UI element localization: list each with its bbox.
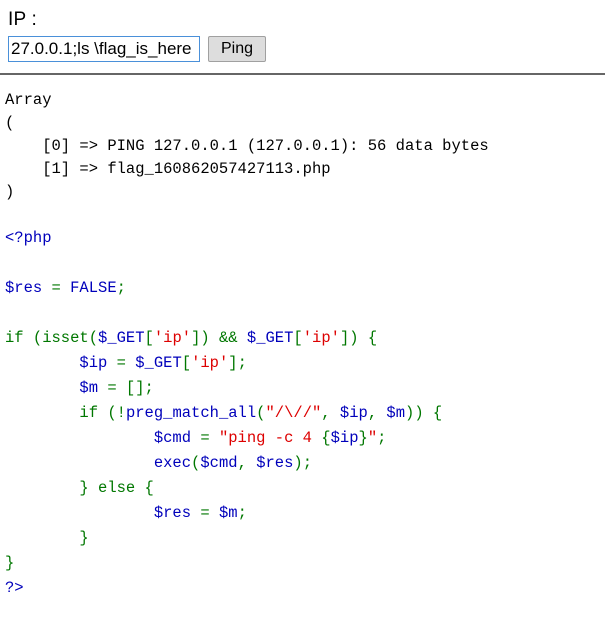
php-token: ; — [377, 429, 387, 447]
php-source-line: if (isset($_GET['ip']) && $_GET['ip']) { — [5, 326, 605, 351]
php-source-code: <?php $res = FALSE; if (isset($_GET['ip'… — [0, 226, 605, 601]
php-token: )) { — [405, 404, 443, 422]
php-token: "ping -c 4 — [218, 429, 322, 447]
php-token: $m — [218, 504, 238, 522]
php-token: [ — [144, 329, 154, 347]
php-token: ]) — [191, 329, 219, 347]
php-token: $ip — [330, 429, 359, 447]
php-token: ?> — [5, 579, 24, 597]
php-token: = — [200, 429, 219, 447]
php-token: = — [51, 279, 71, 297]
php-token: [ — [293, 329, 303, 347]
php-token: $ip — [5, 354, 117, 372]
php-token: $res — [5, 279, 52, 297]
php-source-line: $res = FALSE; — [5, 276, 605, 301]
php-source-line: $ip = $_GET['ip']; — [5, 351, 605, 376]
php-token: } — [358, 429, 368, 447]
ip-input[interactable] — [8, 36, 200, 62]
php-source-line: } — [5, 526, 605, 551]
php-token: { — [321, 429, 331, 447]
php-token: (! — [107, 404, 126, 422]
php-token: preg_match_all — [125, 404, 257, 422]
php-token: $m — [386, 404, 406, 422]
php-token: } else { — [5, 479, 154, 497]
php-token: ( — [191, 454, 201, 472]
php-source-line: $m = []; — [5, 376, 605, 401]
php-source-line: ?> — [5, 576, 605, 601]
php-token: = — [116, 354, 136, 372]
php-token: = — [200, 504, 219, 522]
php-source-line: $res = $m; — [5, 501, 605, 526]
php-token: if — [5, 329, 33, 347]
php-token: FALSE — [70, 279, 117, 297]
php-token: $_GET — [246, 329, 294, 347]
php-token: ]; — [228, 354, 247, 372]
php-token: $ip — [339, 404, 368, 422]
input-row: Ping — [8, 36, 605, 62]
ping-result-output: Array ( [0] => PING 127.0.0.1 (127.0.0.1… — [5, 91, 489, 201]
php-token: $cmd — [200, 454, 238, 472]
php-token: $cmd — [5, 429, 201, 447]
php-source-line: $cmd = "ping -c 4 {$ip}"; — [5, 426, 605, 451]
php-token: ; — [116, 279, 126, 297]
php-token: <?php — [5, 229, 52, 247]
php-token: "/\//" — [265, 404, 322, 422]
php-token: && — [218, 329, 247, 347]
php-source-line: exec($cmd, $res); — [5, 451, 605, 476]
php-token: (isset( — [32, 329, 99, 347]
php-token: [ — [181, 354, 192, 372]
php-source-line: } — [5, 551, 605, 576]
php-token: $m — [5, 379, 108, 397]
php-token: $_GET — [135, 354, 182, 372]
php-token: ; — [237, 504, 247, 522]
php-token — [5, 454, 154, 472]
ping-button[interactable]: Ping — [208, 36, 267, 62]
php-token: 'ip' — [302, 329, 340, 347]
php-source-line: <?php — [5, 226, 605, 251]
php-token: , — [367, 404, 387, 422]
ip-label: IP : — [8, 9, 37, 30]
ping-form: IP : Ping — [0, 0, 605, 62]
php-token: } — [5, 529, 89, 547]
php-token: $_GET — [98, 329, 145, 347]
php-token: if — [5, 404, 108, 422]
php-token: $res — [5, 504, 201, 522]
php-token: $res — [256, 454, 294, 472]
php-source-line — [5, 301, 605, 326]
php-source-line — [5, 251, 605, 276]
php-token: 'ip' — [153, 329, 192, 347]
section-divider — [0, 73, 605, 75]
php-token: , — [321, 404, 340, 422]
php-token: 'ip' — [191, 354, 229, 372]
php-token: = []; — [107, 379, 154, 397]
php-token: ); — [293, 454, 313, 472]
php-token: " — [367, 429, 378, 447]
php-token: , — [237, 454, 257, 472]
php-source-line: } else { — [5, 476, 605, 501]
php-source-line: if (!preg_match_all("/\//", $ip, $m)) { — [5, 401, 605, 426]
php-token: } — [5, 554, 15, 572]
php-token: exec — [153, 454, 192, 472]
php-token: ]) { — [339, 329, 378, 347]
